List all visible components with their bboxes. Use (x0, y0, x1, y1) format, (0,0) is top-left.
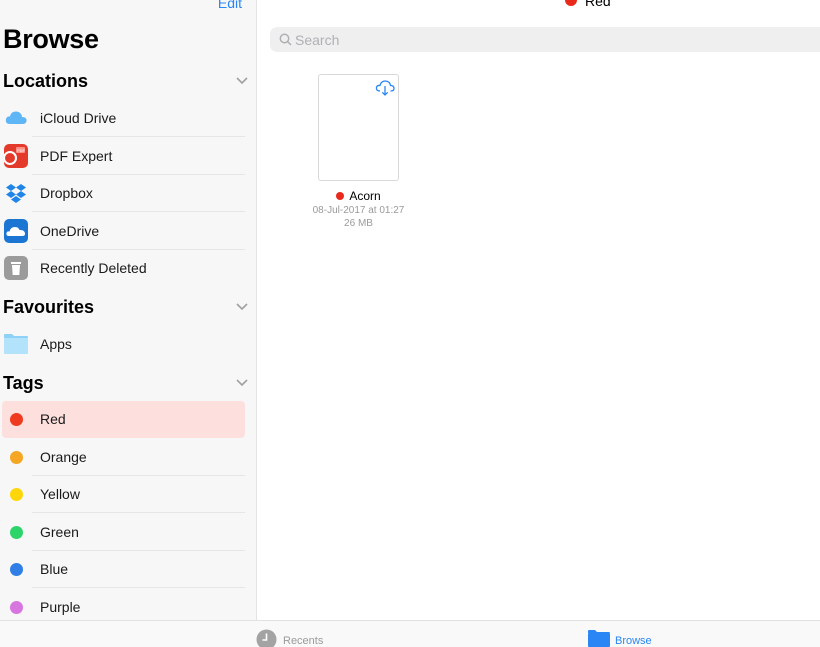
folder-icon (588, 630, 610, 647)
sidebar-item-tag-orange[interactable]: Orange (2, 439, 245, 476)
file-name-row[interactable]: Acorn (288, 189, 429, 203)
dropbox-icon (6, 184, 26, 203)
tags-section-title: Tags (3, 373, 44, 393)
sidebar-item-recently-deleted[interactable]: Recently Deleted (2, 250, 245, 287)
tag-color-dot (10, 601, 23, 614)
tab-browse-label: Browse (615, 635, 652, 647)
tag-color-dot (10, 488, 23, 501)
sidebar-item-onedrive[interactable]: OneDrive (2, 213, 245, 250)
sidebar-item-label: OneDrive (40, 223, 100, 239)
sidebar-item-label: Orange (40, 449, 87, 465)
tab-browse[interactable]: Browse (588, 629, 668, 647)
cloud-download-icon[interactable] (375, 79, 395, 97)
tab-recents-label: Recents (283, 635, 324, 647)
locations-section-title: Locations (3, 71, 89, 91)
sidebar: Edit Browse Locations iCloud Drive PDF P… (0, 0, 257, 620)
sidebar-item-pdf-expert[interactable]: PDF PDF Expert (2, 138, 245, 175)
edit-button[interactable]: Edit (218, 0, 242, 11)
sidebar-item-icloud-drive[interactable]: iCloud Drive (2, 100, 245, 137)
chevron-down-icon[interactable] (235, 299, 249, 313)
sidebar-item-label: Red (40, 411, 66, 427)
file-size: 26 MB (344, 218, 373, 229)
sidebar-item-tag-green[interactable]: Green (2, 514, 245, 551)
sidebar-item-label: iCloud Drive (40, 110, 117, 126)
icloud-icon (5, 111, 27, 124)
main-content: Red Acorn 08-Jul-2017 at 01:27 26 MB (258, 0, 820, 620)
tab-recents[interactable]: Recents (256, 629, 336, 647)
pdf-expert-icon: PDF (4, 144, 28, 168)
tag-color-dot (10, 451, 23, 464)
sidebar-item-tag-yellow[interactable]: Yellow (2, 476, 245, 513)
tags-section-header[interactable]: Tags (3, 373, 249, 397)
sidebar-item-tag-blue[interactable]: Blue (2, 551, 245, 588)
file-tag-dot (336, 192, 345, 200)
file-name: Acorn (349, 189, 381, 203)
tab-bar: Recents Browse (0, 620, 820, 647)
trash-icon (4, 256, 28, 280)
sidebar-item-label: Dropbox (40, 185, 93, 201)
divider (32, 587, 245, 588)
folder-icon (4, 334, 28, 354)
svg-text:PDF: PDF (17, 148, 26, 153)
page-title: Browse (3, 24, 99, 54)
tag-color-dot (10, 563, 23, 576)
files-app: Edit Browse Locations iCloud Drive PDF P… (0, 0, 820, 647)
file-date: 08-Jul-2017 at 01:27 (312, 205, 405, 216)
locations-section-header[interactable]: Locations (3, 71, 249, 95)
favourites-section-header[interactable]: Favourites (3, 297, 249, 321)
sidebar-item-label: Purple (40, 599, 81, 615)
onedrive-icon (4, 219, 28, 243)
sidebar-item-dropbox[interactable]: Dropbox (2, 175, 245, 212)
file-thumbnail[interactable] (318, 74, 399, 181)
sidebar-item-label: Recently Deleted (40, 260, 147, 276)
search-input[interactable] (295, 30, 595, 49)
sidebar-item-label: Green (40, 524, 79, 540)
tag-color-dot (10, 413, 23, 426)
chevron-down-icon[interactable] (235, 375, 249, 389)
favourites-section-title: Favourites (3, 297, 95, 317)
search-bar[interactable] (270, 27, 820, 52)
nav-tag-dot (565, 0, 577, 6)
divider (32, 512, 245, 513)
search-icon (279, 33, 292, 46)
sidebar-item-tag-red[interactable]: Red (2, 401, 245, 438)
divider (32, 136, 245, 137)
clock-icon (256, 629, 277, 647)
sidebar-item-label: Blue (40, 561, 69, 577)
sidebar-item-label: PDF Expert (40, 148, 113, 164)
sidebar-item-label: Apps (40, 336, 72, 352)
tag-color-dot (10, 526, 23, 539)
sidebar-item-apps[interactable]: Apps (2, 326, 245, 363)
divider (32, 211, 245, 212)
sidebar-item-label: Yellow (40, 486, 80, 502)
nav-title: Red (585, 0, 611, 9)
chevron-down-icon[interactable] (235, 73, 249, 87)
